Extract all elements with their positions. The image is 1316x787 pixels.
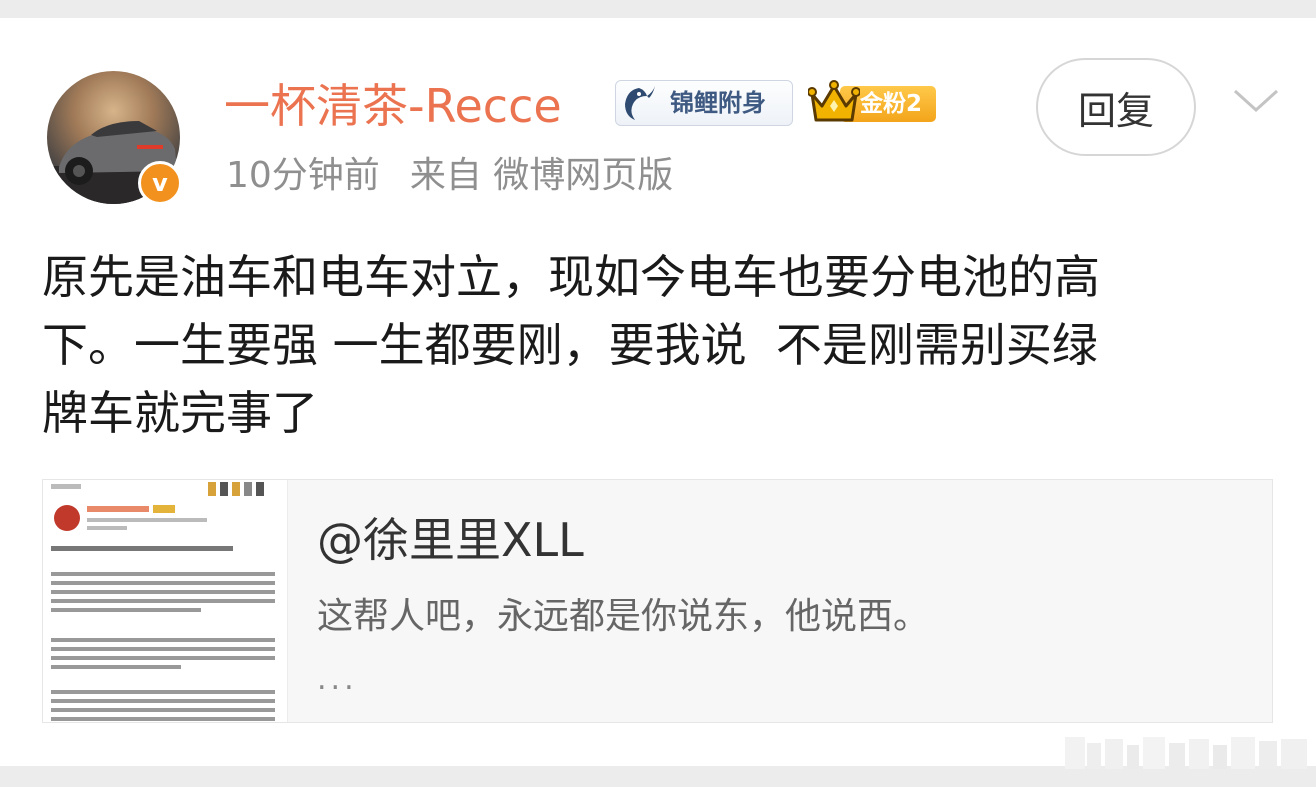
thumbnail-screenshot-image <box>43 480 287 722</box>
koi-fish-icon <box>625 86 655 120</box>
quote-ellipsis: ... <box>317 662 358 697</box>
post-source[interactable]: 来自 微博网页版 <box>410 155 673 196</box>
fan-badge-label: 金粉2 <box>860 91 923 117</box>
fan-badge[interactable]: 金粉2 <box>808 80 936 126</box>
reply-button[interactable]: 回复 <box>1036 58 1196 156</box>
koi-badge[interactable]: 锦鲤附身 <box>615 80 793 126</box>
username-link[interactable]: 一杯清茶-Recce <box>224 76 562 136</box>
post-body: 原先是油车和电车对立，现如今电车也要分电池的高 下。一生要强 一生都要刚，要我说… <box>42 250 1100 440</box>
quote-card[interactable]: @徐里里XLL 这帮人吧，永远都是你说东，他说西。 ... <box>42 479 1273 723</box>
post-meta: 10分钟前 来自 微博网页版 <box>226 150 673 202</box>
quote-text: 这帮人吧，永远都是你说东，他说西。 <box>317 596 930 637</box>
crown-icon <box>808 80 860 122</box>
quote-thumbnail[interactable] <box>43 480 288 722</box>
quote-author[interactable]: @徐里里XLL <box>317 510 584 570</box>
watermark-image <box>1065 737 1307 769</box>
koi-badge-label: 锦鲤附身 <box>670 89 766 117</box>
verified-v-icon: v <box>138 161 182 205</box>
post-time: 10分钟前 <box>226 155 380 196</box>
chevron-down-icon[interactable] <box>1232 86 1280 116</box>
